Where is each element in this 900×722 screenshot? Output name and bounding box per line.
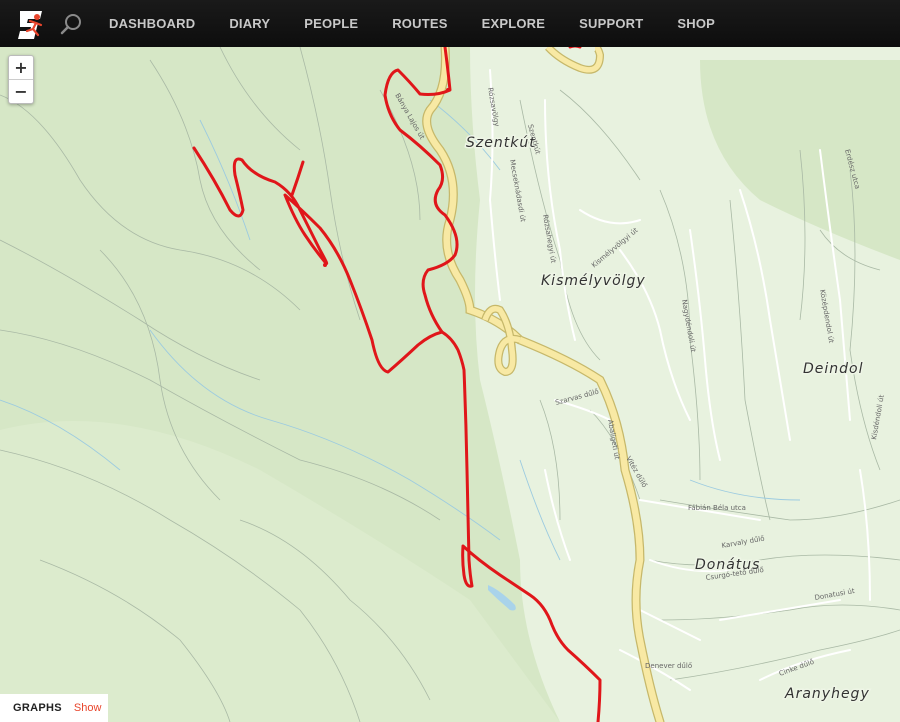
top-navigation-bar: DASHBOARD DIARY PEOPLE ROUTES EXPLORE SU… <box>0 0 900 47</box>
street-label: Fábián Béla utca <box>688 504 746 512</box>
nav-shop[interactable]: SHOP <box>660 0 732 47</box>
zoom-out-button[interactable]: − <box>9 79 33 103</box>
strava-runner-logo-icon[interactable] <box>16 9 46 39</box>
route-marker <box>323 263 327 267</box>
place-label-kismelyvolgy: Kismélyvölgy <box>541 273 646 289</box>
nav-routes[interactable]: ROUTES <box>375 0 464 47</box>
graphs-panel: GRAPHS Show <box>0 694 108 722</box>
nav-support[interactable]: SUPPORT <box>562 0 660 47</box>
graphs-show-link[interactable]: Show <box>74 702 102 714</box>
zoom-in-button[interactable]: + <box>9 56 33 79</box>
zoom-control: + − <box>8 55 34 104</box>
graphs-title: GRAPHS <box>13 702 62 714</box>
street-label: Denever dűlő <box>645 661 692 670</box>
nav-explore[interactable]: EXPLORE <box>465 0 563 47</box>
map-canvas[interactable]: Szentkút Kismélyvölgy Deindol Donátus Ar… <box>0 47 900 722</box>
main-nav: DASHBOARD DIARY PEOPLE ROUTES EXPLORE SU… <box>92 0 732 47</box>
route-marker <box>446 88 450 92</box>
nav-dashboard[interactable]: DASHBOARD <box>92 0 212 47</box>
place-label-deindol: Deindol <box>803 361 864 377</box>
nav-diary[interactable]: DIARY <box>212 0 287 47</box>
activity-map-page: Szentkút Kismélyvölgy Deindol Donátus Ar… <box>0 0 900 722</box>
search-icon[interactable] <box>60 13 82 35</box>
place-label-szentkut: Szentkút <box>466 135 536 151</box>
nav-people[interactable]: PEOPLE <box>287 0 375 47</box>
place-label-aranyhegy: Aranyhegy <box>784 686 870 702</box>
